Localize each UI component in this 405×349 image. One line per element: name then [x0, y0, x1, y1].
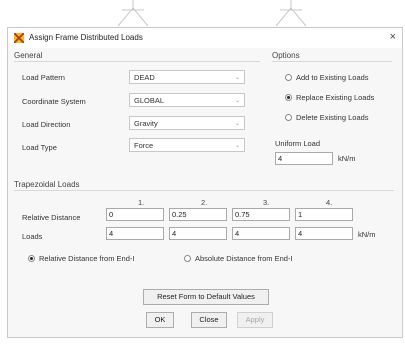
- add-to-existing-radio[interactable]: [285, 74, 292, 81]
- relative-distance-2-input[interactable]: 0.25: [169, 208, 227, 221]
- add-to-existing-label[interactable]: Add to Existing Loads: [296, 73, 369, 82]
- general-heading: General: [14, 51, 43, 60]
- load-type-select[interactable]: Force ⌄: [129, 138, 245, 152]
- chevron-down-icon: ⌄: [234, 98, 240, 104]
- apply-button[interactable]: Apply: [237, 312, 273, 328]
- loads-unit: kN/m: [358, 230, 376, 239]
- title-bar[interactable]: Assign Frame Distributed Loads ×: [8, 28, 402, 48]
- load-pattern-select[interactable]: DEAD ⌄: [129, 70, 245, 84]
- chevron-down-icon: ⌄: [234, 75, 240, 81]
- absolute-distance-radio[interactable]: [184, 255, 191, 262]
- replace-existing-label[interactable]: Replace Existing Loads: [296, 93, 374, 102]
- delete-existing-label[interactable]: Delete Existing Loads: [296, 113, 369, 122]
- options-divider: [272, 61, 392, 62]
- column-4-header: 4.: [326, 198, 333, 207]
- relative-distance-option-label[interactable]: Relative Distance from End-I: [39, 254, 134, 263]
- load-2-input[interactable]: 4: [169, 227, 227, 240]
- options-heading: Options: [272, 51, 300, 60]
- absolute-distance-option-label[interactable]: Absolute Distance from End-I: [195, 254, 293, 263]
- reset-form-button[interactable]: Reset Form to Default Values: [143, 289, 269, 305]
- relative-distance-label: Relative Distance: [22, 213, 81, 222]
- delete-existing-radio[interactable]: [285, 114, 292, 121]
- dialog-title: Assign Frame Distributed Loads: [29, 33, 143, 42]
- coordinate-system-select[interactable]: GLOBAL ⌄: [129, 93, 245, 107]
- load-4-input[interactable]: 4: [295, 227, 353, 240]
- load-direction-value: Gravity: [134, 119, 158, 128]
- load-pattern-label: Load Pattern: [22, 73, 65, 82]
- column-3-header: 3.: [263, 198, 270, 207]
- coordinate-system-label: Coordinate System: [22, 97, 86, 106]
- relative-distance-radio[interactable]: [28, 255, 35, 262]
- load-type-label: Load Type: [22, 143, 57, 152]
- load-3-input[interactable]: 4: [232, 227, 290, 240]
- relative-distance-1-input[interactable]: 0: [106, 208, 164, 221]
- close-button[interactable]: Close: [191, 312, 227, 328]
- assign-frame-distributed-loads-dialog: Assign Frame Distributed Loads × General…: [7, 27, 403, 338]
- column-2-header: 2.: [201, 198, 208, 207]
- trapezoidal-divider: [14, 190, 394, 191]
- relative-distance-4-input[interactable]: 1: [295, 208, 353, 221]
- close-icon[interactable]: ×: [390, 31, 396, 43]
- app-icon: [14, 33, 24, 43]
- load-pattern-value: DEAD: [134, 73, 155, 82]
- load-direction-select[interactable]: Gravity ⌄: [129, 116, 245, 130]
- coordinate-system-value: GLOBAL: [134, 96, 165, 105]
- uniform-load-label: Uniform Load: [275, 139, 321, 148]
- chevron-down-icon: ⌄: [234, 143, 240, 149]
- uniform-load-unit: kN/m: [338, 154, 356, 163]
- general-divider: [14, 61, 260, 62]
- trapezoidal-heading: Trapezoidal Loads: [14, 180, 80, 189]
- loads-label: Loads: [22, 232, 43, 241]
- load-direction-label: Load Direction: [22, 120, 71, 129]
- uniform-load-input[interactable]: 4: [275, 152, 333, 165]
- relative-distance-3-input[interactable]: 0.75: [232, 208, 290, 221]
- load-type-value: Force: [134, 141, 154, 150]
- replace-existing-radio[interactable]: [285, 94, 292, 101]
- chevron-down-icon: ⌄: [234, 121, 240, 127]
- ok-button[interactable]: OK: [146, 312, 174, 328]
- load-1-input[interactable]: 4: [106, 227, 164, 240]
- column-1-header: 1.: [138, 198, 145, 207]
